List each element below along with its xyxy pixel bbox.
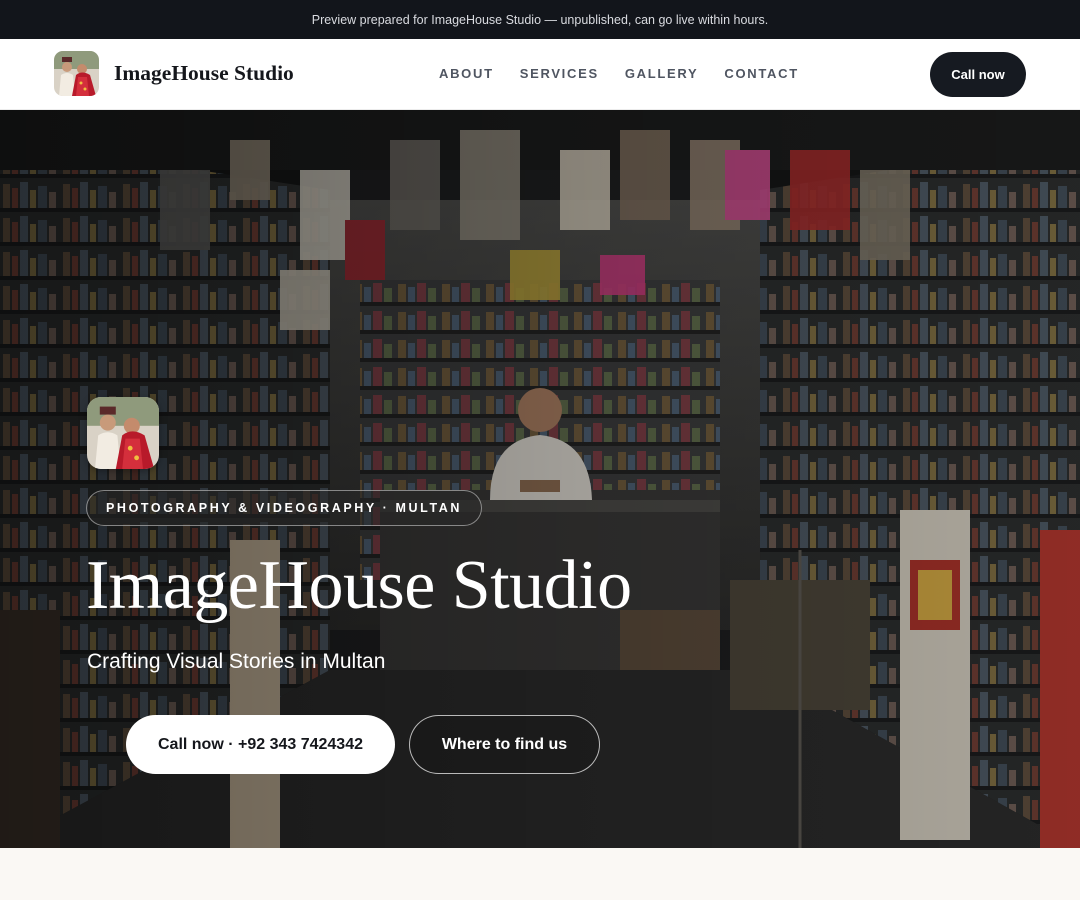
nav-link-contact[interactable]: CONTACT <box>724 66 798 81</box>
nav-link-services[interactable]: SERVICES <box>520 66 599 81</box>
nav-link-gallery[interactable]: GALLERY <box>625 66 699 81</box>
preview-banner: Preview prepared for ImageHouse Studio —… <box>0 0 1080 39</box>
hero-section: PHOTOGRAPHY & VIDEOGRAPHY · MULTAN Image… <box>0 110 1080 848</box>
couple-photo-icon <box>87 397 159 469</box>
next-section <box>0 848 1080 900</box>
category-badge-text: PHOTOGRAPHY & VIDEOGRAPHY · MULTAN <box>106 501 463 515</box>
nav-link-about[interactable]: ABOUT <box>439 66 494 81</box>
hero-title: ImageHouse Studio <box>86 547 632 624</box>
site-header: ImageHouse Studio ABOUT SERVICES GALLERY… <box>0 39 1080 110</box>
hero-subtitle: Crafting Visual Stories in Multan <box>87 650 386 673</box>
main-menu: ABOUT SERVICES GALLERY CONTACT <box>439 66 825 81</box>
find-us-button[interactable]: Where to find us <box>409 715 600 774</box>
call-now-button[interactable]: Call now <box>930 52 1026 97</box>
preview-banner-text: Preview prepared for ImageHouse Studio —… <box>311 12 769 27</box>
brand[interactable]: ImageHouse Studio <box>54 51 294 96</box>
category-badge: PHOTOGRAPHY & VIDEOGRAPHY · MULTAN <box>86 490 483 526</box>
call-phone-button[interactable]: Call now · +92 343 7424342 <box>126 715 395 774</box>
couple-photo-icon <box>54 51 99 96</box>
brand-name: ImageHouse Studio <box>114 61 294 85</box>
